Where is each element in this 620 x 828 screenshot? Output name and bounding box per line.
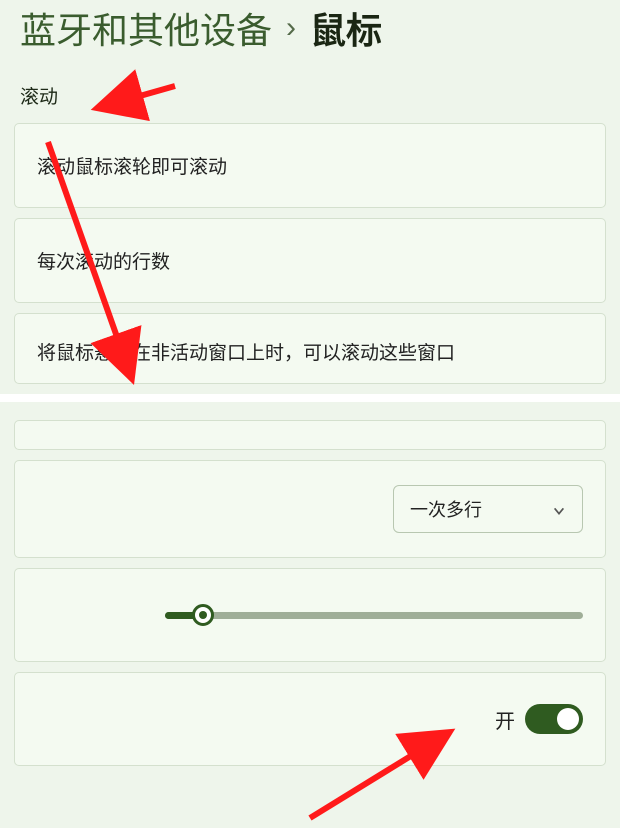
setting-label: 每次滚动的行数 (37, 252, 170, 273)
section-title-scroll: 滚动 (0, 72, 620, 123)
toggle-label: 开 (495, 705, 515, 734)
setting-label: 将鼠标悬停在非活动窗口上时，可以滚动这些窗口 (37, 343, 455, 364)
slider-track (165, 612, 583, 619)
toggle-knob (557, 708, 579, 730)
dropdown-value: 一次多行 (410, 496, 482, 522)
divider (0, 394, 620, 402)
control-row-hover-toggle: 开 (14, 672, 606, 766)
breadcrumb-parent[interactable]: 蓝牙和其他设备 (20, 2, 272, 54)
setting-row-hover-inactive[interactable]: 将鼠标悬停在非活动窗口上时，可以滚动这些窗口 (14, 313, 606, 384)
control-row-lines-slider (14, 568, 606, 662)
setting-row-scroll-wheel[interactable]: 滚动鼠标滚轮即可滚动 (14, 123, 606, 208)
breadcrumb: 蓝牙和其他设备 › 鼠标 (0, 0, 620, 72)
setting-label: 滚动鼠标滚轮即可滚动 (37, 157, 227, 178)
breadcrumb-current: 鼠标 (310, 2, 382, 54)
spacer-row (14, 420, 606, 450)
chevron-right-icon: › (286, 11, 296, 45)
hover-inactive-toggle[interactable] (525, 704, 583, 734)
setting-row-lines-per-scroll[interactable]: 每次滚动的行数 (14, 218, 606, 303)
slider-thumb[interactable] (192, 604, 214, 626)
control-row-scroll-mode: 一次多行 (14, 460, 606, 558)
scroll-mode-dropdown[interactable]: 一次多行 (393, 485, 583, 533)
chevron-down-icon (552, 502, 566, 516)
lines-per-scroll-slider[interactable] (165, 605, 583, 625)
